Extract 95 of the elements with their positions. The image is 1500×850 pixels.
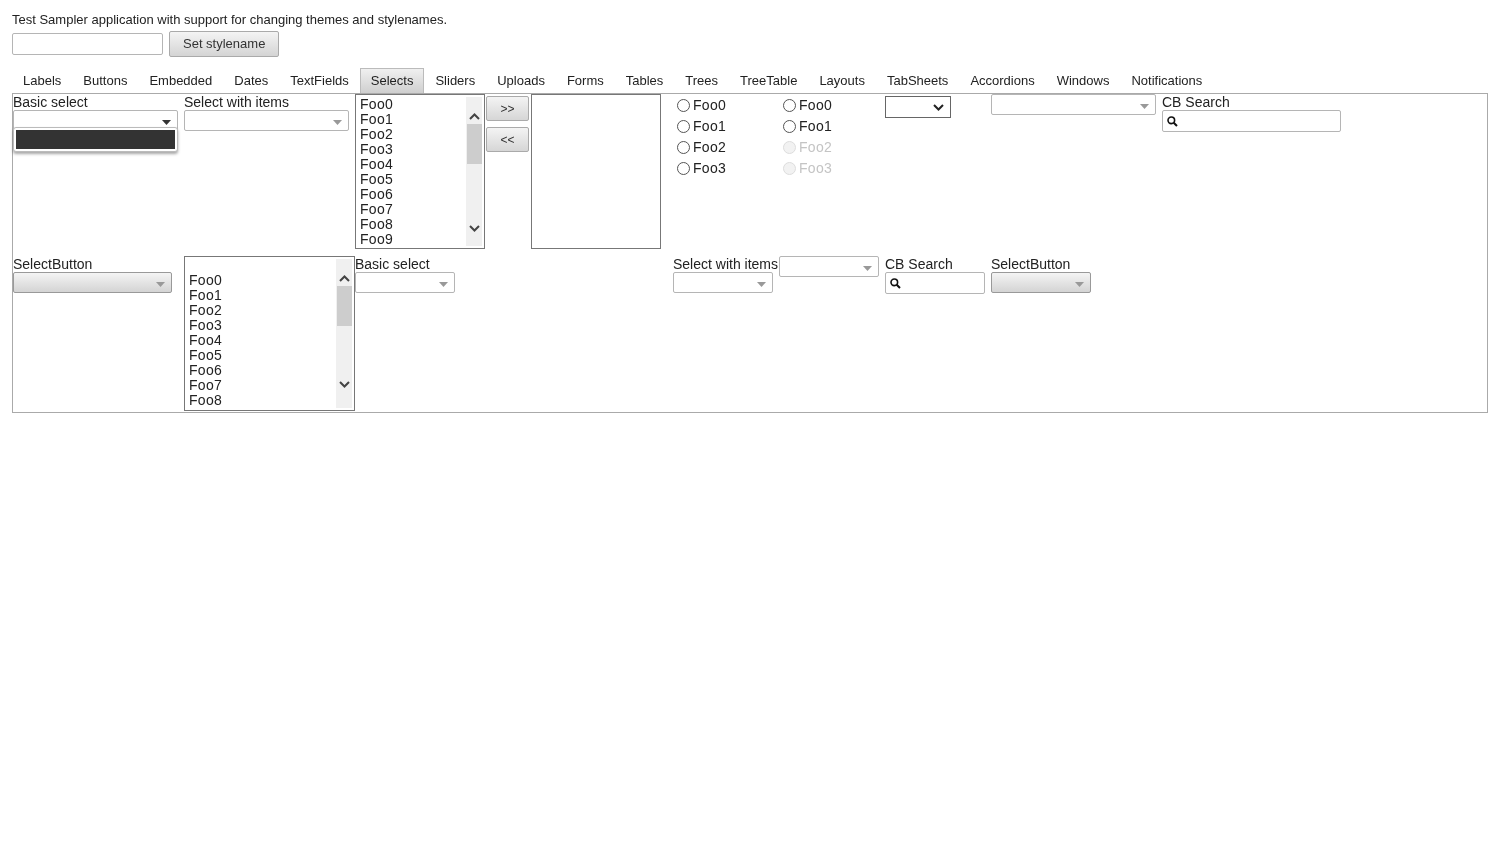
caret-icon	[1075, 282, 1084, 287]
tab[interactable]: Uploads	[486, 68, 556, 93]
list-option[interactable]: Foo8	[360, 217, 394, 232]
list-option[interactable]: Foo3	[360, 142, 394, 157]
list-option[interactable]: Foo7	[360, 202, 394, 217]
list-option[interactable]: Foo0	[360, 97, 394, 112]
chevron-down-icon	[933, 104, 944, 111]
select-field[interactable]	[779, 256, 879, 277]
list-option[interactable]: Foo4	[360, 157, 394, 172]
search-icon	[1167, 115, 1178, 127]
scrollbar[interactable]	[466, 97, 482, 246]
radio-label: Foo1	[693, 118, 727, 135]
chevron-up-icon[interactable]	[338, 275, 350, 282]
select-field[interactable]	[673, 272, 773, 293]
field-label: CB Search	[1162, 94, 1231, 110]
radio-label: Foo0	[799, 97, 833, 114]
list-box[interactable]: Foo0 Foo1 Foo2 Foo3 Foo4 Foo5 Foo6 Foo7 Foo8	[184, 256, 355, 411]
search-icon	[890, 277, 901, 289]
tab[interactable]: Layouts	[808, 68, 876, 93]
list-option[interactable]: Foo5	[189, 348, 223, 363]
chevron-up-icon[interactable]	[468, 113, 480, 120]
list-box[interactable]	[531, 94, 661, 249]
caret-icon	[439, 282, 448, 287]
tab[interactable]: Dates	[223, 68, 280, 93]
list-option[interactable]: Foo8	[189, 393, 223, 408]
tab[interactable]: Forms	[555, 68, 615, 93]
tab[interactable]: Tables	[614, 68, 675, 93]
field-label: SelectButton	[13, 256, 94, 272]
list-option[interactable]: Foo2	[189, 303, 223, 318]
radio-label: Foo1	[799, 118, 833, 135]
tab[interactable]: TabSheets	[875, 68, 960, 93]
list-box[interactable]: Foo0 Foo1 Foo2 Foo3 Foo4 Foo5 Foo6 Foo7 Foo8 Foo9	[355, 94, 485, 249]
native-select[interactable]	[885, 96, 951, 118]
stylename-input[interactable]	[12, 33, 163, 55]
chevron-down-icon[interactable]	[338, 381, 350, 388]
radio-label: Foo2	[799, 139, 833, 156]
caret-icon	[863, 266, 872, 271]
move-button[interactable]: >>	[486, 96, 529, 121]
scrollbar-thumb[interactable]	[466, 124, 482, 164]
tab[interactable]: Embedded	[138, 68, 224, 93]
field-label: SelectButton	[991, 256, 1072, 272]
list-option[interactable]: Foo9	[360, 232, 394, 247]
select-field[interactable]	[355, 272, 455, 293]
list-option[interactable]: Foo0	[189, 273, 223, 288]
tab[interactable]: Sliders	[424, 68, 487, 93]
list-option[interactable]: Foo1	[360, 112, 394, 127]
list-option[interactable]: Foo5	[360, 172, 394, 187]
caret-icon	[757, 282, 766, 287]
search-field[interactable]	[1162, 110, 1341, 132]
move-button[interactable]: <<	[486, 127, 529, 152]
scrollbar[interactable]	[336, 259, 352, 408]
caret-icon	[1140, 104, 1149, 109]
caret-icon	[156, 282, 165, 287]
list-option[interactable]: Foo6	[360, 187, 394, 202]
scrollbar-thumb[interactable]	[336, 286, 352, 326]
field-label: Basic select	[13, 94, 89, 110]
list-option[interactable]: Foo6	[189, 363, 223, 378]
list-option[interactable]: Foo4	[189, 333, 223, 348]
radio-button[interactable]	[783, 120, 796, 133]
field-label: Basic select	[355, 256, 431, 272]
list-option[interactable]: Foo2	[360, 127, 394, 142]
radio-label: Foo2	[693, 139, 727, 156]
field-label: CB Search	[885, 256, 954, 272]
select-button[interactable]	[991, 272, 1091, 293]
list-option[interactable]: Foo1	[189, 288, 223, 303]
select-button[interactable]	[13, 272, 172, 293]
tab[interactable]: TextFields	[279, 68, 360, 93]
radio-button[interactable]	[677, 141, 690, 154]
tab[interactable]: Notifications	[1120, 68, 1214, 93]
tab[interactable]: Accordions	[959, 68, 1046, 93]
tab[interactable]: TreeTable	[729, 68, 809, 93]
radio-label: Foo3	[693, 160, 727, 177]
chevron-down-icon[interactable]	[468, 225, 480, 232]
list-option[interactable]: Foo7	[189, 378, 223, 393]
tab[interactable]: Labels	[12, 68, 73, 93]
radio-label: Foo3	[799, 160, 833, 177]
radio-label: Foo0	[693, 97, 727, 114]
tab[interactable]: Buttons	[72, 68, 139, 93]
tab[interactable]: Windows	[1045, 68, 1121, 93]
caret-icon	[333, 120, 342, 125]
search-field[interactable]	[885, 272, 985, 294]
radio-button[interactable]	[677, 99, 690, 112]
intro-text: Test Sampler application with support for changing themes and stylenames.	[12, 12, 448, 28]
field-label: Select with items	[184, 94, 291, 110]
select-field[interactable]	[991, 94, 1156, 115]
caret-icon	[162, 120, 171, 125]
tab[interactable]: Trees	[674, 68, 730, 93]
set-stylename-button[interactable]: Set stylename	[169, 31, 280, 57]
tab[interactable]: Selects	[359, 68, 425, 93]
field-label: Select with items	[673, 256, 779, 272]
radio-button[interactable]	[677, 162, 690, 175]
radio-button[interactable]	[783, 99, 796, 112]
select-field[interactable]	[184, 110, 349, 131]
radio-button[interactable]	[677, 120, 690, 133]
list-option[interactable]: Foo3	[189, 318, 223, 333]
